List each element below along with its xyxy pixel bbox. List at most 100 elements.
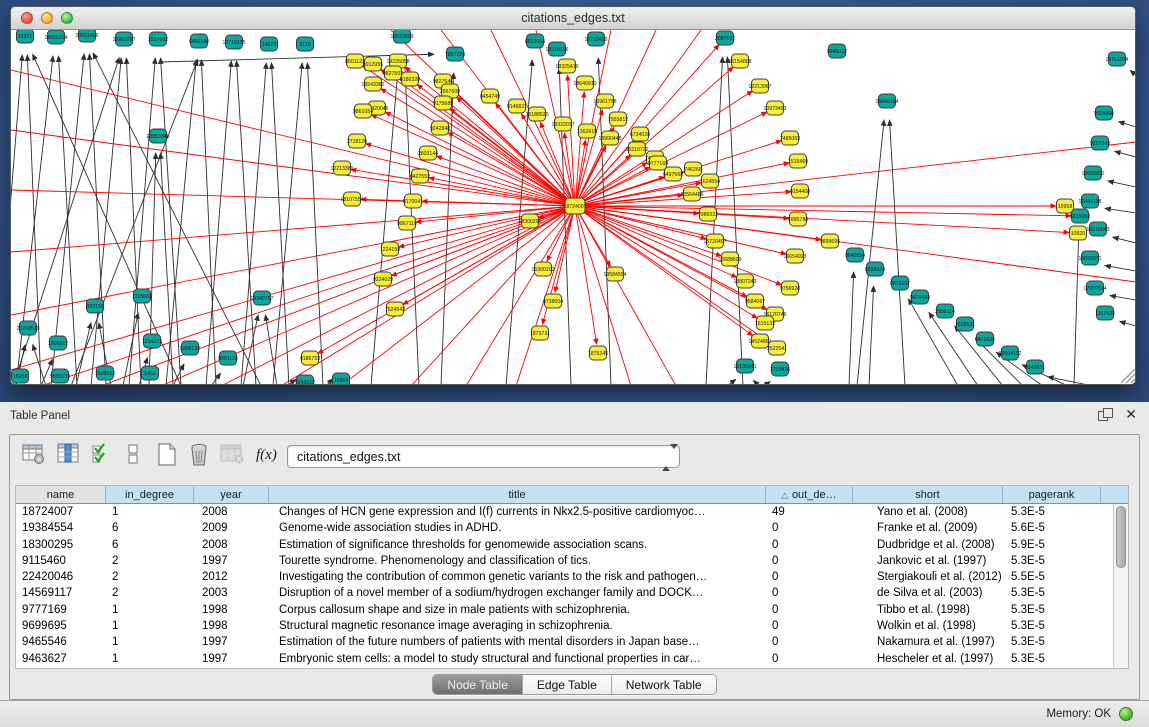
graph-node[interactable]: 18300295 [518, 214, 541, 228]
graph-node[interactable]: 8938924 [865, 262, 885, 276]
table-row[interactable]: 977716911998Corpus callosum shape and si… [16, 602, 1128, 618]
scrollbar-thumb[interactable] [1116, 506, 1126, 568]
graph-node[interactable]: 8427552 [410, 169, 430, 183]
graph-node[interactable]: 746266 [684, 162, 701, 176]
graph-node[interactable]: 1873731 [530, 326, 550, 340]
graph-node[interactable]: 19218596 [545, 42, 568, 56]
tab-network-table[interactable]: Network Table [612, 675, 716, 694]
graph-node[interactable]: 933159 [86, 299, 103, 313]
graph-node[interactable]: 20691406 [75, 30, 98, 42]
graph-node[interactable]: 9242848 [430, 121, 450, 135]
graph-node[interactable]: 9756928 [780, 281, 800, 295]
graph-node[interactable]: 9245012 [827, 44, 847, 58]
show-column-icon[interactable] [57, 443, 81, 465]
graph-node[interactable]: 2803144 [418, 146, 438, 160]
network-canvas[interactable]: 8601123891295519226058982750381863281654… [11, 30, 1136, 385]
graph-node[interactable]: 7632621 [955, 317, 975, 331]
graph-node[interactable]: 12213389 [330, 161, 353, 175]
graph-node[interactable]: 6471626 [975, 332, 995, 346]
graph-node[interactable]: 7485063 [780, 131, 800, 145]
graph-node[interactable]: 9474444 [910, 290, 930, 304]
table-settings-icon[interactable] [22, 443, 46, 465]
graph-node[interactable]: 9777169 [648, 156, 668, 170]
graph-node[interactable]: 1515469 [788, 154, 808, 168]
graph-node[interactable]: 15188520 [525, 107, 548, 121]
citation-network-graph[interactable]: 8601123891295519226058982750381863281654… [11, 30, 1136, 385]
graph-node[interactable]: 1615132 [755, 316, 775, 330]
graph-node[interactable]: 6466160 [189, 34, 209, 48]
graph-node[interactable]: 9584067 [745, 294, 765, 308]
graph-node[interactable]: 1527602 [148, 32, 168, 46]
graph-node[interactable]: 7955812 [608, 112, 628, 126]
graph-node[interactable]: 1905512 [48, 336, 68, 350]
graph-node[interactable]: 9186753 [300, 351, 320, 365]
table-row[interactable]: 969969511998Structural magnetic resonanc… [16, 618, 1128, 634]
graph-node[interactable]: 9867110 [397, 216, 417, 230]
graph-node[interactable]: 9640954 [845, 248, 865, 262]
graph-node[interactable]: 10719135 [222, 35, 245, 49]
graph-node[interactable]: 14672 [261, 37, 278, 51]
window-titlebar[interactable]: citations_edges.txt [11, 7, 1135, 30]
graph-node[interactable]: 2718120 [347, 134, 367, 148]
column-header-in_degree[interactable]: in_degree [106, 486, 194, 503]
graph-node[interactable]: 2522541 [767, 341, 787, 355]
graph-node[interactable]: 15135141 [733, 359, 756, 373]
graph-node[interactable]: 15720407 [703, 234, 726, 248]
graph-node[interactable]: 7857224 [445, 47, 465, 61]
graph-node[interactable]: 6734028 [630, 127, 650, 141]
graph-node[interactable]: 25260510 [16, 321, 39, 335]
graph-node[interactable]: 16210643 [1086, 222, 1109, 236]
graph-node[interactable]: 1224159 [380, 242, 400, 256]
graph-node[interactable]: 9224029 [373, 272, 393, 286]
column-header-name[interactable]: name [16, 486, 106, 503]
graph-node[interactable]: 9899695 [820, 234, 840, 248]
graph-node[interactable]: 18107554 [340, 192, 363, 206]
graph-node[interactable]: 8454749 [480, 89, 500, 103]
destroy-table-icon[interactable] [220, 443, 246, 465]
graph-node[interactable]: 13921 [17, 30, 34, 43]
select-mode-icon[interactable] [92, 443, 114, 465]
graph-node[interactable]: 8170041 [403, 194, 423, 208]
table-row[interactable]: 1938455462009Genome-wide association stu… [16, 520, 1128, 536]
table-row[interactable]: 1456911722003Disruption of a novel membe… [16, 585, 1128, 601]
graph-node[interactable]: 10688609 [718, 252, 741, 266]
graph-node[interactable]: 16954 [333, 373, 350, 385]
graph-node[interactable]: 16961758 [593, 94, 616, 108]
graph-node[interactable]: 18990448 [598, 131, 621, 145]
graph-node[interactable]: 10953287 [112, 32, 135, 46]
graph-node[interactable]: 1875345 [588, 346, 608, 360]
table-selector-dropdown[interactable]: citations_edges.txt [287, 445, 680, 468]
graph-node[interactable]: 16654923 [783, 249, 806, 263]
delete-table-icon[interactable] [188, 443, 212, 467]
graph-node[interactable]: 17016514 [1083, 281, 1106, 295]
graph-node[interactable]: 9861054 [353, 104, 373, 118]
graph-node[interactable]: 1167533 [1095, 306, 1115, 320]
column-header-out_de[interactable]: △out_de… [766, 486, 853, 503]
tab-edge-table[interactable]: Edge Table [523, 675, 612, 694]
graph-node[interactable]: 16648784 [875, 94, 898, 108]
table-row[interactable]: 946362711997Embryonic stem cells: a mode… [16, 651, 1128, 667]
graph-node[interactable]: 20053346 [146, 129, 169, 143]
graph-node[interactable]: 1214277 [142, 334, 162, 348]
graph-node[interactable]: 1905513 [95, 366, 115, 380]
float-panel-icon[interactable] [1098, 408, 1111, 421]
graph-node[interactable]: 2087682 [715, 31, 735, 45]
graph-node[interactable]: 7524542 [385, 302, 405, 316]
graph-node[interactable]: 12213967 [748, 79, 771, 93]
table-row[interactable]: 911546021997Tourette syndrome. Phenomeno… [16, 553, 1128, 569]
close-panel-icon[interactable]: ✕ [1125, 408, 1137, 421]
graph-node[interactable]: 12444138 [1078, 194, 1101, 208]
graph-node[interactable]: 18640910 [573, 76, 596, 90]
graph-node[interactable]: 10654112 [999, 346, 1022, 360]
graph-node[interactable]: 9861123 [218, 351, 238, 365]
graph-node[interactable]: 18724007 [563, 198, 586, 214]
graph-node[interactable]: 9227343 [1090, 136, 1110, 150]
graph-node[interactable]: 8813054 [525, 34, 545, 48]
graph-node[interactable]: 18322037 [551, 117, 574, 131]
graph-node[interactable]: 9245651 [1025, 360, 1045, 374]
table-row[interactable]: 1872400712008Changes of HCN gene express… [16, 504, 1128, 520]
table-scrollbar[interactable] [1113, 504, 1128, 668]
graph-node[interactable]: 18325419 [555, 59, 578, 73]
graph-node[interactable]: 8186328 [400, 72, 420, 86]
column-header-year[interactable]: year [194, 486, 269, 503]
